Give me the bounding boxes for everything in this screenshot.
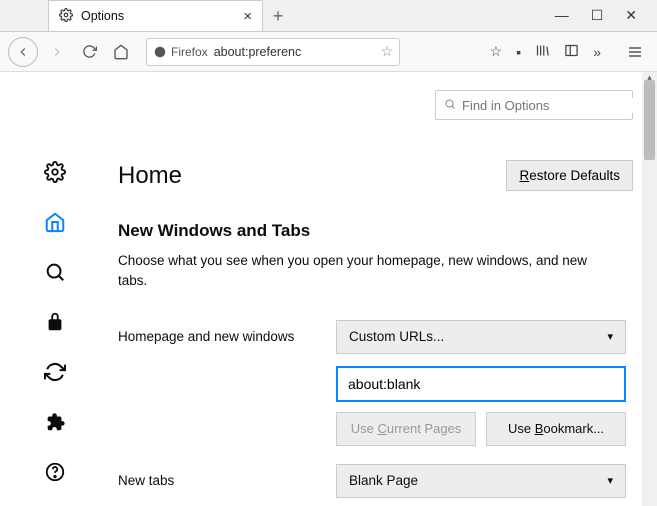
- scroll-thumb[interactable]: [644, 80, 655, 160]
- newtabs-label: New tabs: [118, 473, 336, 488]
- main-panel: Home Restore Defaults New Windows and Ta…: [110, 72, 657, 506]
- identity-label: Firefox: [171, 45, 208, 59]
- back-button[interactable]: [8, 37, 38, 67]
- newtabs-select[interactable]: Blank Page ▾: [336, 464, 626, 498]
- navigation-toolbar: Firefox ☆ ☆ ▪ »: [0, 32, 657, 72]
- use-bookmark-button[interactable]: Use Bookmark...: [486, 412, 626, 446]
- select-value: Blank Page: [349, 473, 418, 488]
- bookmark-star-icon[interactable]: ☆: [381, 43, 394, 60]
- section-heading: New Windows and Tabs: [118, 221, 633, 241]
- chevron-down-icon: ▾: [607, 474, 613, 487]
- homepage-url-input[interactable]: [336, 366, 626, 402]
- library-icon[interactable]: [535, 43, 550, 61]
- find-in-options[interactable]: [435, 90, 633, 120]
- tab-label: Options: [81, 9, 235, 23]
- url-input[interactable]: [214, 45, 375, 59]
- reload-button[interactable]: [76, 39, 102, 65]
- page-title: Home: [118, 162, 182, 190]
- tab-options[interactable]: Options ×: [48, 0, 263, 31]
- homepage-label: Homepage and new windows: [118, 329, 336, 344]
- identity-box[interactable]: Firefox: [153, 45, 208, 59]
- vertical-scrollbar[interactable]: ▴: [642, 72, 657, 506]
- sidebar-toggle-icon[interactable]: [564, 43, 579, 61]
- sidebar-item-home[interactable]: [43, 210, 67, 234]
- find-input[interactable]: [462, 98, 638, 113]
- sidebar-item-support[interactable]: [43, 460, 67, 484]
- sidebar-item-search[interactable]: [43, 260, 67, 284]
- sidebar-item-extensions[interactable]: [43, 410, 67, 434]
- forward-button[interactable]: [44, 39, 70, 65]
- pocket-icon[interactable]: ☆: [490, 43, 503, 60]
- url-bar[interactable]: Firefox ☆: [146, 38, 400, 66]
- category-sidebar: [0, 72, 110, 506]
- sidebar-item-general[interactable]: [43, 160, 67, 184]
- use-current-pages-button: Use Current Pages: [336, 412, 476, 446]
- downloads-icon[interactable]: ▪: [516, 44, 521, 60]
- search-icon: [444, 98, 456, 113]
- select-value: Custom URLs...: [349, 329, 444, 344]
- sidebar-item-privacy[interactable]: [43, 310, 67, 334]
- home-button[interactable]: [108, 39, 134, 65]
- window-minimize[interactable]: —: [555, 7, 569, 23]
- firefox-icon: [153, 45, 167, 59]
- tab-close-button[interactable]: ×: [243, 8, 252, 25]
- homepage-mode-select[interactable]: Custom URLs... ▾: [336, 320, 626, 354]
- menu-button[interactable]: [621, 38, 649, 66]
- window-close[interactable]: ✕: [625, 7, 637, 24]
- chevron-down-icon: ▾: [607, 330, 613, 343]
- new-tab-button[interactable]: +: [263, 1, 293, 31]
- sidebar-item-sync[interactable]: [43, 360, 67, 384]
- overflow-icon[interactable]: »: [593, 44, 601, 60]
- window-maximize[interactable]: ☐: [591, 7, 604, 24]
- section-description: Choose what you see when you open your h…: [118, 251, 618, 292]
- restore-defaults-button[interactable]: Restore Defaults: [506, 160, 633, 191]
- gear-icon: [59, 8, 73, 25]
